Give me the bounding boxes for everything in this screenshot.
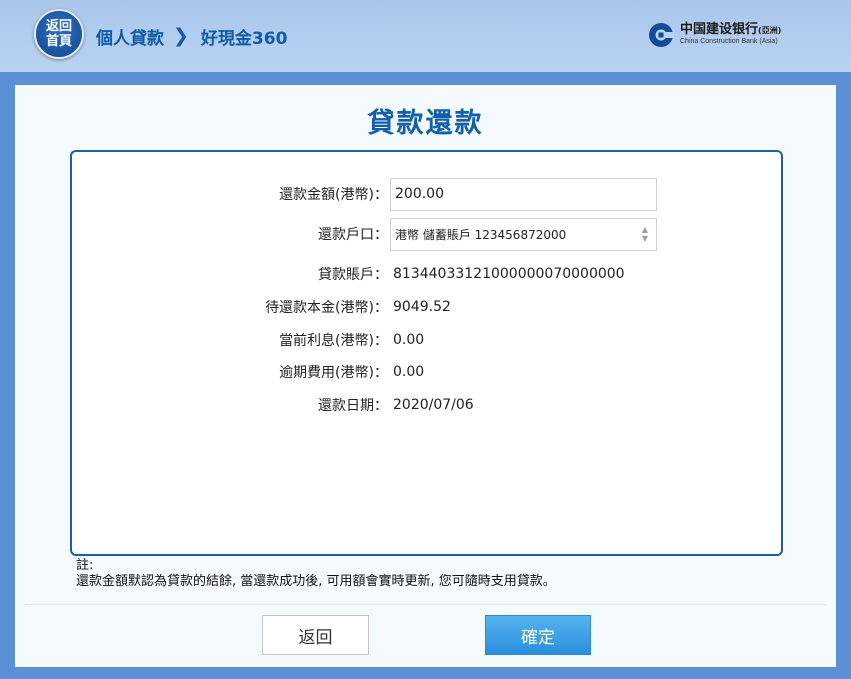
repayment-form: 還款金額(港幣)： 200.00 還款戶口： 港幣 儲蓄賬戶 123456872… <box>70 150 783 556</box>
field-value: 0.00 <box>393 332 425 348</box>
main-panel: 貸款還款 還款金額(港幣)： 200.00 還款戶口： 港幣 儲蓄賬戶 1234… <box>15 85 836 667</box>
confirm-button[interactable]: 確定 <box>485 615 591 655</box>
field-label: 待還款本金(港幣)： <box>265 300 388 316</box>
brand-name-suffix: (亞洲) <box>758 25 782 35</box>
home-button[interactable]: 返回 首頁 <box>34 9 84 59</box>
principal-row: 待還款本金(港幣)： 9049.52 <box>72 291 781 323</box>
brand-name-en: China Construction Bank (Asia) <box>680 37 778 45</box>
amount-input[interactable]: 200.00 <box>390 177 657 211</box>
field-value: 0.00 <box>393 364 425 380</box>
interest-row: 當前利息(港幣)： 0.00 <box>72 324 781 356</box>
note: 註: 還款金額默認為貸款的結餘, 當還款成功後, 可用額會實時更新, 您可隨時支… <box>76 558 556 590</box>
brand-name-cn: 中国建设银行 <box>680 21 759 37</box>
repayment-date-row: 還款日期： 2020/07/06 <box>72 389 781 421</box>
loan-account-row: 貸款賬戶： 81344033121000000070000000 <box>72 258 781 290</box>
account-select[interactable]: 港幣 儲蓄賬戶 123456872000 ▲ ▼ <box>390 217 657 251</box>
field-label: 還款日期： <box>318 398 388 414</box>
overdue-fee-row: 逾期費用(港幣)： 0.00 <box>72 356 781 388</box>
breadcrumb-current: 好現金360 <box>200 28 288 49</box>
top-header: 返回 首頁 個人貸款 ❯ 好現金360 中国建设银行(亞洲) China Con… <box>0 0 851 72</box>
account-select-value: 港幣 儲蓄賬戶 123456872000 <box>395 227 567 242</box>
amount-row: 還款金額(港幣)： 200.00 <box>72 177 781 211</box>
breadcrumb: 個人貸款 ❯ 好現金360 <box>96 24 288 49</box>
ccb-logo-icon <box>649 23 674 47</box>
field-value: 81344033121000000070000000 <box>393 266 625 282</box>
note-title: 註: <box>76 558 94 573</box>
field-label: 逾期費用(港幣)： <box>279 365 388 381</box>
chevron-right-icon: ❯ <box>173 25 189 47</box>
back-button[interactable]: 返回 <box>262 615 369 655</box>
select-arrows-icon: ▲ ▼ <box>641 225 649 243</box>
field-label: 當前利息(港幣)： <box>279 333 388 349</box>
field-value: 9049.52 <box>393 299 451 315</box>
breadcrumb-personal-loan[interactable]: 個人貸款 <box>96 24 164 49</box>
account-label: 還款戶口： <box>318 227 388 243</box>
page-title: 貸款還款 <box>367 108 484 139</box>
divider <box>25 604 826 605</box>
field-label: 貸款賬戶： <box>318 267 388 283</box>
amount-value: 200.00 <box>395 186 444 202</box>
field-value: 2020/07/06 <box>393 397 474 413</box>
note-text: 還款金額默認為貸款的結餘, 當還款成功後, 可用額會實時更新, 您可隨時支用貸款… <box>76 574 556 589</box>
home-button-line1: 返回 <box>45 19 72 34</box>
home-button-line2: 首頁 <box>45 34 72 49</box>
account-row: 還款戶口： 港幣 儲蓄賬戶 123456872000 ▲ ▼ <box>72 217 781 251</box>
amount-label: 還款金額(港幣)： <box>279 187 388 203</box>
bank-logo: 中国建设银行(亞洲) China Construction Bank (Asia… <box>648 20 781 50</box>
